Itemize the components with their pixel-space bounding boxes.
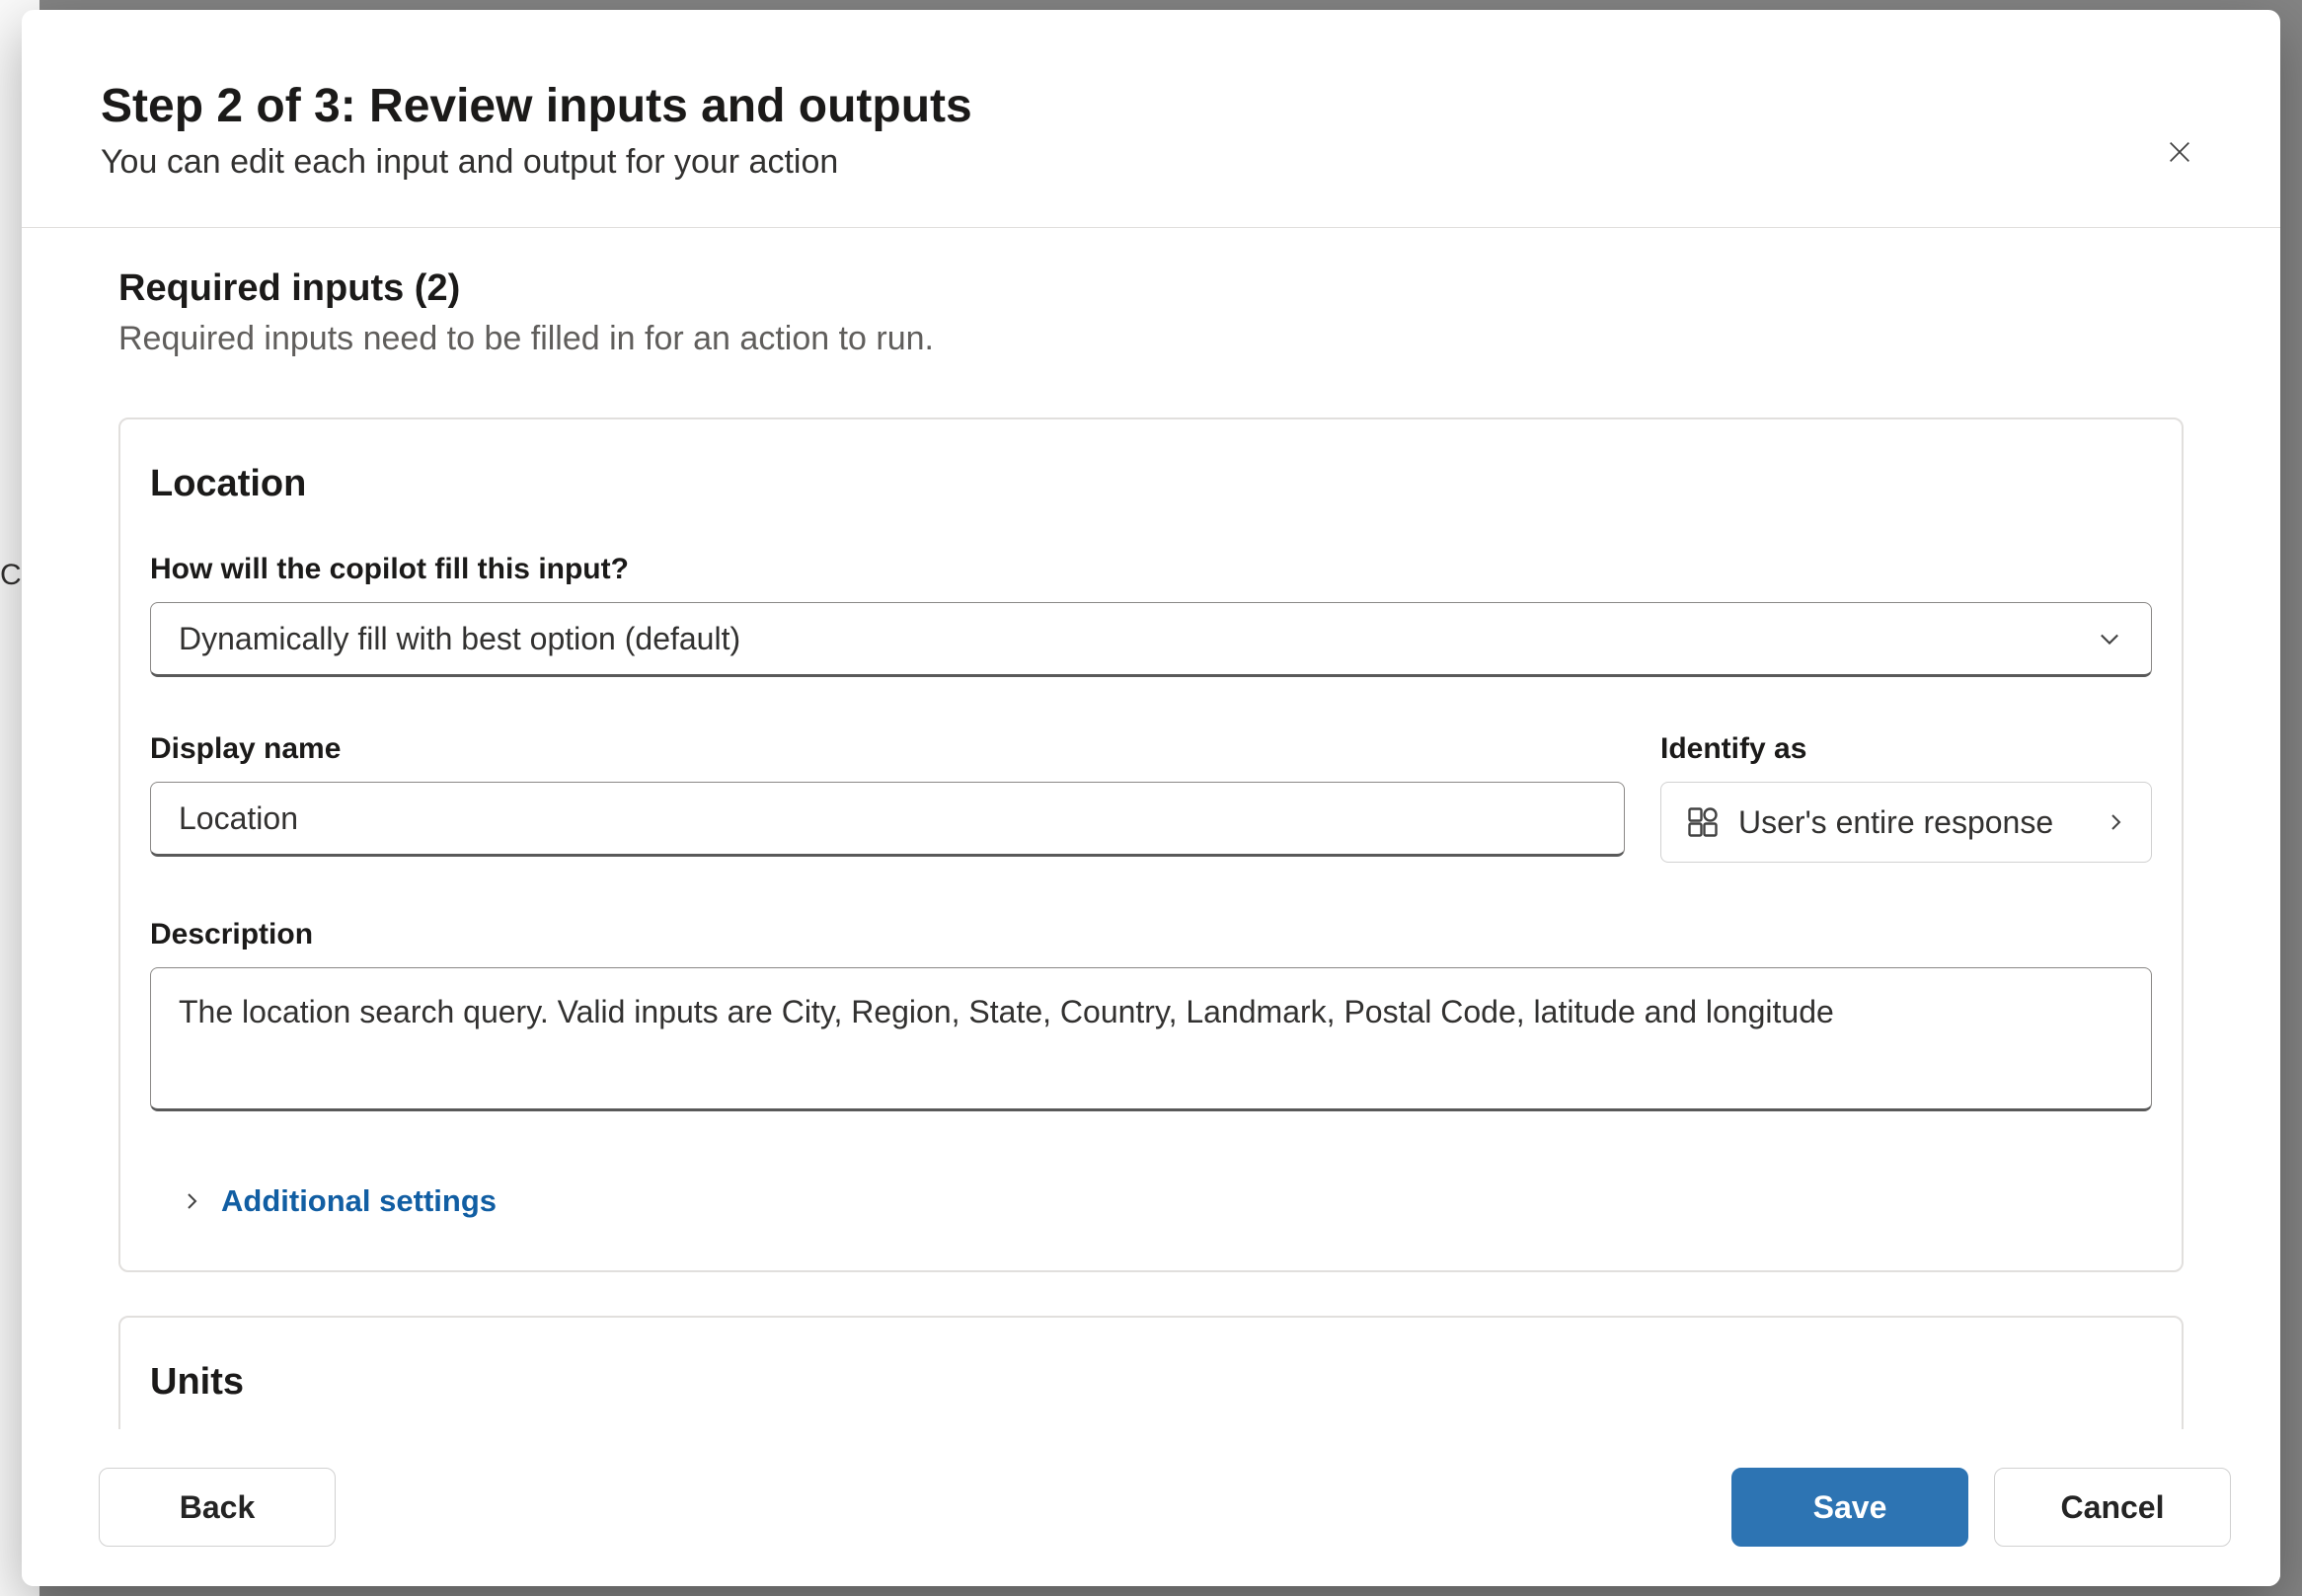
modal-title: Step 2 of 3: Review inputs and outputs — [101, 79, 2201, 133]
identify-as-button[interactable]: User's entire response — [1660, 782, 2152, 863]
cancel-button[interactable]: Cancel — [1994, 1468, 2231, 1547]
additional-settings-toggle[interactable]: Additional settings — [180, 1183, 497, 1219]
display-name-label: Display name — [150, 732, 1625, 766]
entity-icon — [1685, 804, 1721, 840]
section-title: Required inputs (2) — [118, 267, 2184, 310]
modal-dialog: Step 2 of 3: Review inputs and outputs Y… — [22, 10, 2280, 1586]
display-name-input[interactable] — [150, 782, 1625, 857]
chevron-right-icon — [2104, 810, 2127, 834]
modal-body: Required inputs (2) Required inputs need… — [22, 228, 2280, 1429]
identify-as-value: User's entire response — [1738, 804, 2053, 841]
modal-footer: Back Save Cancel — [22, 1429, 2280, 1586]
chevron-down-icon — [2096, 625, 2123, 652]
input-name: Location — [150, 463, 2152, 505]
modal-header: Step 2 of 3: Review inputs and outputs Y… — [22, 10, 2280, 228]
chevron-right-icon — [180, 1189, 203, 1213]
section-subtitle: Required inputs need to be filled in for… — [118, 320, 2184, 358]
display-identify-row: Display name Identify as User's entire r… — [150, 732, 2152, 863]
footer-right-group: Save Cancel — [1731, 1468, 2231, 1547]
input-card-units: Units How will the copilot fill this inp… — [118, 1316, 2184, 1429]
input-name: Units — [150, 1361, 2152, 1404]
description-label: Description — [150, 918, 2152, 951]
description-block: Description — [150, 918, 2152, 1116]
identify-as-column: Identify as User's entire response — [1660, 732, 2152, 863]
modal-subtitle: You can edit each input and output for y… — [101, 143, 2201, 182]
back-button[interactable]: Back — [99, 1468, 336, 1547]
identify-as-label: Identify as — [1660, 732, 2152, 766]
fill-method-value: Dynamically fill with best option (defau… — [179, 621, 740, 657]
fill-method-label: How will the copilot fill this input? — [150, 553, 2152, 586]
input-card-location: Location How will the copilot fill this … — [118, 418, 2184, 1272]
display-name-column: Display name — [150, 732, 1625, 863]
close-button[interactable] — [2156, 128, 2203, 176]
save-button[interactable]: Save — [1731, 1468, 1968, 1547]
description-textarea[interactable] — [150, 967, 2152, 1111]
close-icon — [2166, 138, 2193, 166]
additional-settings-label: Additional settings — [221, 1183, 497, 1219]
fill-method-select[interactable]: Dynamically fill with best option (defau… — [150, 602, 2152, 677]
